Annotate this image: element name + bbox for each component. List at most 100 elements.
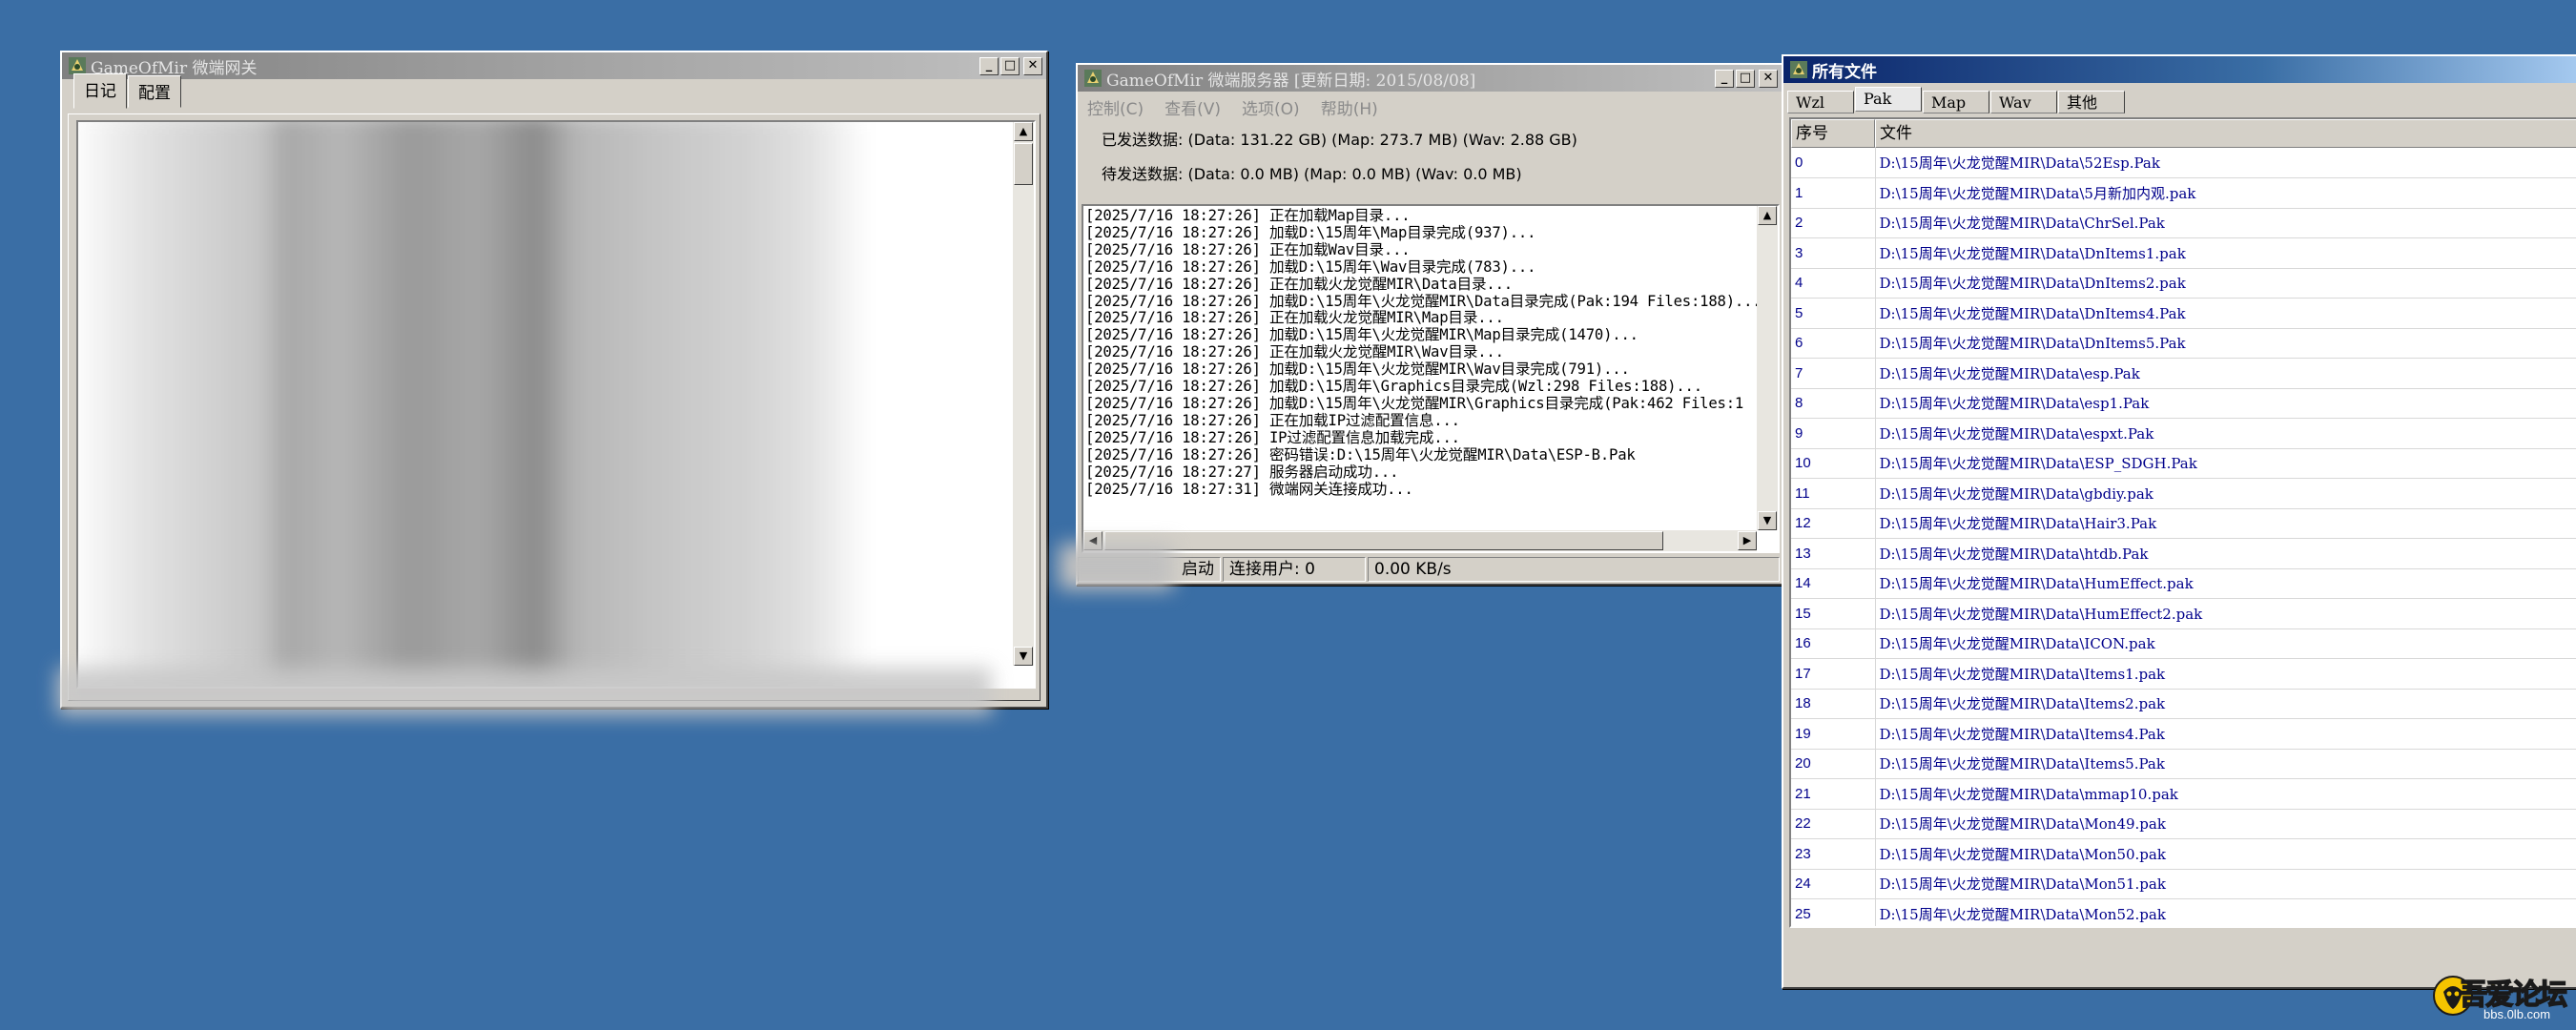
scroll-up-button[interactable]: ▲ — [1758, 206, 1777, 225]
log-line: [2025/7/16 18:27:26] 正在加载火龙觉醒MIR\Map目录..… — [1085, 309, 1504, 327]
table-row[interactable]: 8 D:\15周年\火龙觉醒MIR\Data\esp1.Pak — [1791, 388, 2576, 419]
row-index: 19 — [1791, 718, 1876, 750]
table-row[interactable]: 0 D:\15周年\火龙觉醒MIR\Data\52Esp.Pak — [1791, 148, 2576, 178]
row-index: 6 — [1791, 328, 1876, 359]
scroll-down-button[interactable]: ▼ — [1758, 511, 1777, 530]
gateway-tabs: 日记 配置 — [62, 73, 1046, 109]
row-index: 15 — [1791, 598, 1876, 629]
blurred-patch — [1059, 544, 1173, 589]
row-index: 20 — [1791, 749, 1876, 779]
table-row[interactable]: 5 D:\15周年\火龙觉醒MIR\Data\DnItems4.Pak — [1791, 298, 2576, 329]
table-row[interactable]: 6 D:\15周年\火龙觉醒MIR\Data\DnItems5.Pak — [1791, 328, 2576, 359]
table-row[interactable]: 12 D:\15周年\火龙觉醒MIR\Data\Hair3.Pak — [1791, 508, 2576, 539]
server-title: GameOfMir 微端服务器 [更新日期: 2015/08/08] — [1106, 71, 1476, 91]
menu-help[interactable]: 帮助(H) — [1321, 95, 1378, 119]
row-index: 2 — [1791, 208, 1876, 238]
table-row[interactable]: 18 D:\15周年\火龙觉醒MIR\Data\Items2.pak — [1791, 689, 2576, 719]
log-line: [2025/7/16 18:27:31] 微端网关连接成功... — [1085, 480, 1413, 498]
table-row[interactable]: 2 D:\15周年\火龙觉醒MIR\Data\ChrSel.Pak — [1791, 208, 2576, 238]
row-index: 21 — [1791, 778, 1876, 810]
tab-pak[interactable]: Pak — [1855, 87, 1922, 112]
minimize-button[interactable]: _ — [979, 56, 999, 75]
table-row[interactable]: 21 D:\15周年\火龙觉醒MIR\Data\mmap10.pak — [1791, 778, 2576, 810]
file-list[interactable]: 序号 文件 0 D:\15周年\火龙觉醒MIR\Data\52Esp.Pak 1 D:… — [1789, 117, 2576, 928]
server-statusbar: 启动 连接用户: 0 0.00 KB/s — [1078, 555, 1782, 584]
tab-wav[interactable]: Wav — [1990, 91, 2057, 113]
close-button[interactable]: ✕ — [1759, 69, 1778, 88]
tab-config[interactable]: 配置 — [128, 75, 181, 108]
table-row[interactable]: 9 D:\15周年\火龙觉醒MIR\Data\espxt.Pak — [1791, 418, 2576, 449]
log-line: [2025/7/16 18:27:26] 加载D:\15周年\Wav目录完成(7… — [1085, 258, 1536, 276]
table-row[interactable]: 23 D:\15周年\火龙觉醒MIR\Data\Mon50.pak — [1791, 838, 2576, 870]
column-header-index[interactable]: 序号 — [1791, 119, 1875, 148]
forum-watermark: 吾爱论坛 bbs.0lb.com — [2430, 969, 2573, 1026]
table-row[interactable]: 14 D:\15周年\火龙觉醒MIR\Data\HumEffect.pak — [1791, 568, 2576, 599]
row-file-path: D:\15周年\火龙觉醒MIR\Data\Mon49.pak — [1875, 809, 2576, 839]
log-line: [2025/7/16 18:27:26] IP过滤配置信息加载完成... — [1085, 428, 1460, 446]
gateway-window: GameOfMir 微端网关 _ □ ✕ 日记 配置 ▲ ▼ — [60, 51, 1048, 709]
row-file-path: D:\15周年\火龙觉醒MIR\Data\esp1.Pak — [1875, 388, 2576, 419]
tab-wzl[interactable]: Wzl — [1787, 91, 1854, 113]
scroll-up-button[interactable]: ▲ — [1014, 122, 1033, 141]
files-title: 所有文件 — [1812, 62, 1877, 81]
vertical-scrollbar[interactable]: ▲ ▼ — [1757, 206, 1778, 530]
row-file-path: D:\15周年\火龙觉醒MIR\Data\Mon51.pak — [1875, 869, 2576, 899]
table-row[interactable]: 16 D:\15周年\火龙觉醒MIR\Data\ICON.pak — [1791, 628, 2576, 659]
horizontal-scrollbar[interactable]: ◀ ▶ — [1083, 530, 1757, 551]
table-row[interactable]: 15 D:\15周年\火龙觉醒MIR\Data\HumEffect2.pak — [1791, 598, 2576, 629]
scroll-down-button[interactable]: ▼ — [1014, 647, 1033, 666]
table-row[interactable]: 20 D:\15周年\火龙觉醒MIR\Data\Items5.Pak — [1791, 749, 2576, 779]
row-file-path: D:\15周年\火龙觉醒MIR\Data\5月新加内观.pak — [1875, 177, 2576, 209]
menu-view[interactable]: 查看(V) — [1164, 95, 1221, 119]
maximize-button[interactable]: □ — [1000, 56, 1020, 75]
blurred-overflow — [57, 668, 992, 715]
row-index: 13 — [1791, 538, 1876, 569]
table-row[interactable]: 22 D:\15周年\火龙觉醒MIR\Data\Mon49.pak — [1791, 809, 2576, 839]
table-row[interactable]: 24 D:\15周年\火龙觉醒MIR\Data\Mon51.pak — [1791, 869, 2576, 899]
row-index: 22 — [1791, 809, 1876, 839]
row-file-path: D:\15周年\火龙觉醒MIR\Data\htdb.Pak — [1875, 538, 2576, 569]
files-titlebar[interactable]: 所有文件 — [1783, 56, 2576, 83]
table-row[interactable]: 17 D:\15周年\火龙觉醒MIR\Data\Items1.pak — [1791, 658, 2576, 690]
vertical-scrollbar[interactable]: ▲ ▼ — [1013, 122, 1034, 666]
table-row[interactable]: 10 D:\15周年\火龙觉醒MIR\Data\ESP_SDGH.Pak — [1791, 448, 2576, 479]
table-row[interactable]: 13 D:\15周年\火龙觉醒MIR\Data\htdb.Pak — [1791, 538, 2576, 569]
table-row[interactable]: 19 D:\15周年\火龙觉醒MIR\Data\Items4.Pak — [1791, 718, 2576, 750]
menu-control[interactable]: 控制(C) — [1087, 95, 1144, 119]
table-row[interactable]: 7 D:\15周年\火龙觉醒MIR\Data\esp.Pak — [1791, 358, 2576, 389]
row-file-path: D:\15周年\火龙觉醒MIR\Data\DnItems4.Pak — [1875, 298, 2576, 329]
file-type-tabs: Wzl Pak Map Wav 其他 — [1783, 83, 2576, 113]
column-header-file[interactable]: 文件 — [1875, 119, 2576, 148]
server-titlebar[interactable]: GameOfMir 微端服务器 [更新日期: 2015/08/08] _ □ ✕ — [1078, 65, 1782, 92]
scroll-thumb[interactable] — [1104, 531, 1663, 550]
row-index: 24 — [1791, 869, 1876, 899]
log-line: [2025/7/16 18:27:27] 服务器启动成功... — [1085, 463, 1399, 481]
table-row[interactable]: 4 D:\15周年\火龙觉醒MIR\Data\DnItems2.pak — [1791, 268, 2576, 299]
server-menubar: 控制(C) 查看(V) 选项(O) 帮助(H) — [1078, 92, 1782, 123]
row-file-path: D:\15周年\火龙觉醒MIR\Data\Hair3.Pak — [1875, 508, 2576, 539]
scroll-thumb[interactable] — [1014, 143, 1033, 185]
app-icon — [69, 57, 86, 74]
tab-other[interactable]: 其他 — [2058, 91, 2125, 113]
log-line: [2025/7/16 18:27:26] 加载D:\15周年\火龙觉醒MIR\G… — [1085, 394, 1744, 412]
row-file-path: D:\15周年\火龙觉醒MIR\Data\Items4.Pak — [1875, 718, 2576, 750]
row-index: 9 — [1791, 418, 1876, 449]
tab-map[interactable]: Map — [1923, 91, 1989, 113]
server-window: GameOfMir 微端服务器 [更新日期: 2015/08/08] _ □ ✕… — [1076, 63, 1783, 586]
row-index: 10 — [1791, 448, 1876, 479]
row-index: 16 — [1791, 628, 1876, 659]
table-row[interactable]: 1 D:\15周年\火龙觉醒MIR\Data\5月新加内观.pak — [1791, 177, 2576, 209]
row-file-path: D:\15周年\火龙觉醒MIR\Data\HumEffect.pak — [1875, 568, 2576, 599]
gateway-titlebar[interactable]: GameOfMir 微端网关 _ □ ✕ — [62, 52, 1046, 79]
maximize-button[interactable]: □ — [1736, 69, 1755, 88]
gateway-tab-panel: ▲ ▼ — [68, 113, 1041, 701]
scroll-right-button[interactable]: ▶ — [1738, 531, 1757, 550]
table-row[interactable]: 25 D:\15周年\火龙觉醒MIR\Data\Mon52.pak — [1791, 898, 2576, 926]
row-index: 14 — [1791, 568, 1876, 599]
minimize-button[interactable]: _ — [1715, 69, 1734, 88]
close-button[interactable]: ✕ — [1023, 56, 1042, 75]
menu-options[interactable]: 选项(O) — [1242, 95, 1300, 119]
table-row[interactable]: 11 D:\15周年\火龙觉醒MIR\Data\gbdiy.pak — [1791, 478, 2576, 509]
tab-log[interactable]: 日记 — [73, 73, 127, 109]
table-row[interactable]: 3 D:\15周年\火龙觉醒MIR\Data\DnItems1.pak — [1791, 237, 2576, 269]
